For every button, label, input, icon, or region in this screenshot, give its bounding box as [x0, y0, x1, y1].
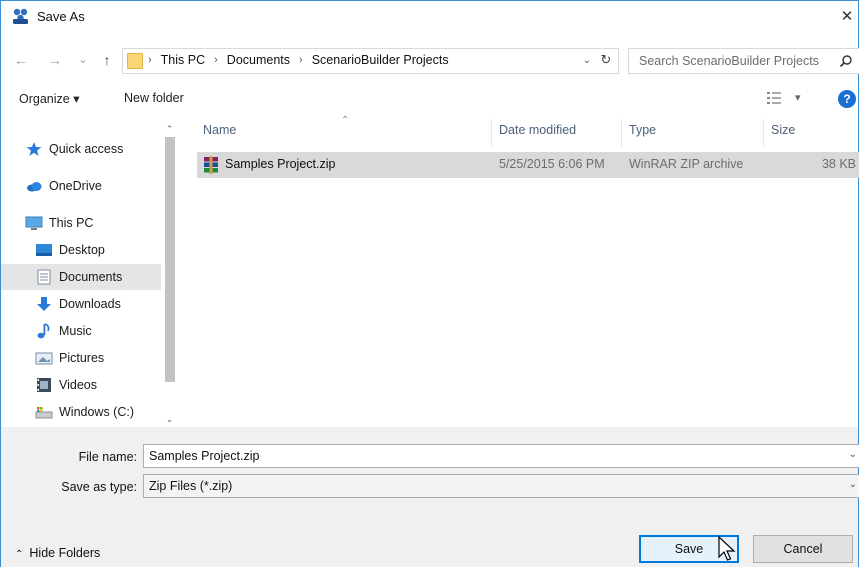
search-box: [628, 48, 859, 74]
organize-button[interactable]: Organize ▾: [19, 91, 79, 106]
column-header-date-modified[interactable]: Date modified: [499, 123, 576, 137]
breadcrumb-separator: ›: [214, 54, 218, 66]
address-dropdown-button[interactable]: ⌄: [580, 53, 594, 69]
sort-ascending-icon: ⌃: [341, 115, 350, 126]
videos-icon: [37, 378, 51, 392]
download-icon: [37, 297, 51, 311]
column-header-type[interactable]: Type: [629, 123, 656, 137]
search-icon[interactable]: [839, 54, 853, 68]
view-details-icon: [767, 92, 781, 104]
save-as-dialog: Save As ✕ ← → ⌄ ↑ › This PC › Documents …: [0, 0, 859, 567]
hide-folders-label: Hide Folders: [29, 546, 101, 560]
sidebar-item-this-pc[interactable]: This PC: [25, 210, 161, 236]
breadcrumb: › This PC › Documents › ScenarioBuilder …: [145, 53, 449, 67]
column-divider[interactable]: [763, 119, 764, 147]
chevron-down-icon[interactable]: ⌄: [849, 449, 857, 460]
drive-icon: [35, 407, 53, 419]
file-size: 38 KB: [821, 157, 856, 171]
music-icon: [37, 323, 50, 339]
back-button[interactable]: ←: [11, 49, 31, 71]
file-list: ⌃ Name Date modified Type Size Samples P…: [181, 115, 859, 427]
sidebar-item-label: Videos: [59, 378, 97, 392]
file-name-value: Samples Project.zip: [149, 449, 260, 463]
sidebar-item-desktop[interactable]: Desktop: [35, 237, 161, 263]
sidebar-item-label: Pictures: [59, 351, 105, 365]
sidebar-item-windows-c[interactable]: Windows (C:): [35, 399, 161, 425]
scrollbar-thumb[interactable]: [165, 137, 175, 382]
pictures-icon: [35, 352, 53, 365]
help-icon[interactable]: ?: [838, 90, 856, 108]
refresh-button[interactable]: ↻: [598, 52, 614, 68]
file-date-modified: 5/25/2015 6:06 PM: [499, 157, 605, 171]
cloud-icon: [27, 182, 42, 192]
navigation-row: ← → ⌄ ↑ › This PC › Documents › Scenario…: [1, 45, 859, 75]
file-name: Samples Project.zip: [225, 157, 336, 171]
column-divider[interactable]: [621, 119, 622, 147]
navigation-pane: Quick access OneDrive This PC Desktop Do…: [1, 119, 179, 427]
mouse-pointer-icon: [718, 535, 736, 561]
breadcrumb-separator: ›: [148, 54, 152, 66]
sidebar-item-label: Music: [59, 324, 92, 338]
app-icon: [13, 8, 28, 24]
save-as-type-value: Zip Files (*.zip): [149, 479, 233, 493]
save-as-type-select[interactable]: Zip Files (*.zip) ⌄: [143, 474, 859, 498]
breadcrumb-this-pc[interactable]: This PC: [161, 53, 205, 67]
hide-folders-button[interactable]: ⌃ Hide Folders: [15, 546, 100, 560]
change-view-button[interactable]: ▾: [767, 89, 807, 109]
breadcrumb-documents[interactable]: Documents: [227, 53, 290, 67]
file-name-field[interactable]: Samples Project.zip ⌄: [143, 444, 859, 468]
breadcrumb-separator: ›: [299, 54, 303, 66]
file-name-label: File name:: [78, 450, 137, 464]
sidebar-item-label: Quick access: [49, 142, 124, 156]
sidebar-item-label: OneDrive: [49, 179, 102, 193]
sidebar-item-label: Desktop: [59, 243, 105, 257]
sidebar-item-label: Downloads: [59, 297, 121, 311]
dialog-footer: File name: Samples Project.zip ⌄ Save as…: [1, 427, 859, 567]
sidebar-item-music[interactable]: Music: [35, 318, 161, 344]
search-input[interactable]: [639, 50, 839, 72]
new-folder-button[interactable]: New folder: [124, 91, 184, 105]
column-header-name[interactable]: Name: [203, 123, 236, 137]
computer-icon: [25, 216, 43, 230]
column-divider[interactable]: [491, 119, 492, 147]
star-icon: [26, 142, 42, 156]
breadcrumb-scenariobuilder-projects[interactable]: ScenarioBuilder Projects: [312, 53, 449, 67]
close-button[interactable]: ✕: [836, 5, 858, 29]
sidebar-item-videos[interactable]: Videos: [35, 372, 161, 398]
chevron-down-icon[interactable]: ⌄: [849, 479, 857, 490]
address-bar[interactable]: › This PC › Documents › ScenarioBuilder …: [122, 48, 619, 74]
recent-locations-button[interactable]: ⌄: [73, 49, 93, 71]
sidebar-item-documents[interactable]: Documents: [1, 264, 161, 290]
file-row[interactable]: Samples Project.zip 5/25/2015 6:06 PM Wi…: [197, 152, 859, 178]
command-bar: Organize ▾ New folder ▾ ?: [1, 85, 858, 115]
column-header-size[interactable]: Size: [771, 123, 795, 137]
folder-icon: [127, 53, 143, 69]
title-bar: Save As ✕: [1, 1, 858, 33]
forward-button[interactable]: →: [45, 49, 65, 71]
navigation-scrollbar[interactable]: ⌃ ⌄: [161, 119, 178, 427]
chevron-up-icon: ⌃: [15, 549, 24, 560]
cancel-button[interactable]: Cancel: [753, 535, 853, 563]
sidebar-item-label: This PC: [49, 216, 94, 230]
window-title: Save As: [37, 9, 85, 24]
sidebar-item-quick-access[interactable]: Quick access: [25, 136, 161, 162]
documents-icon: [37, 269, 51, 285]
sidebar-item-label: Windows (C:): [59, 405, 135, 419]
save-as-type-label: Save as type:: [61, 480, 137, 494]
sidebar-item-pictures[interactable]: Pictures: [35, 345, 161, 371]
chevron-down-icon: ▾: [795, 92, 801, 104]
scroll-down-button[interactable]: ⌄: [161, 411, 178, 427]
sidebar-item-onedrive[interactable]: OneDrive: [25, 173, 161, 199]
winrar-archive-icon: [204, 156, 218, 174]
sidebar-item-label: Documents: [59, 270, 123, 284]
scroll-up-button[interactable]: ⌃: [161, 121, 178, 137]
up-button[interactable]: ↑: [97, 49, 117, 71]
sidebar-item-downloads[interactable]: Downloads: [35, 291, 161, 317]
file-type: WinRAR ZIP archive: [629, 157, 744, 171]
desktop-icon: [36, 244, 52, 256]
